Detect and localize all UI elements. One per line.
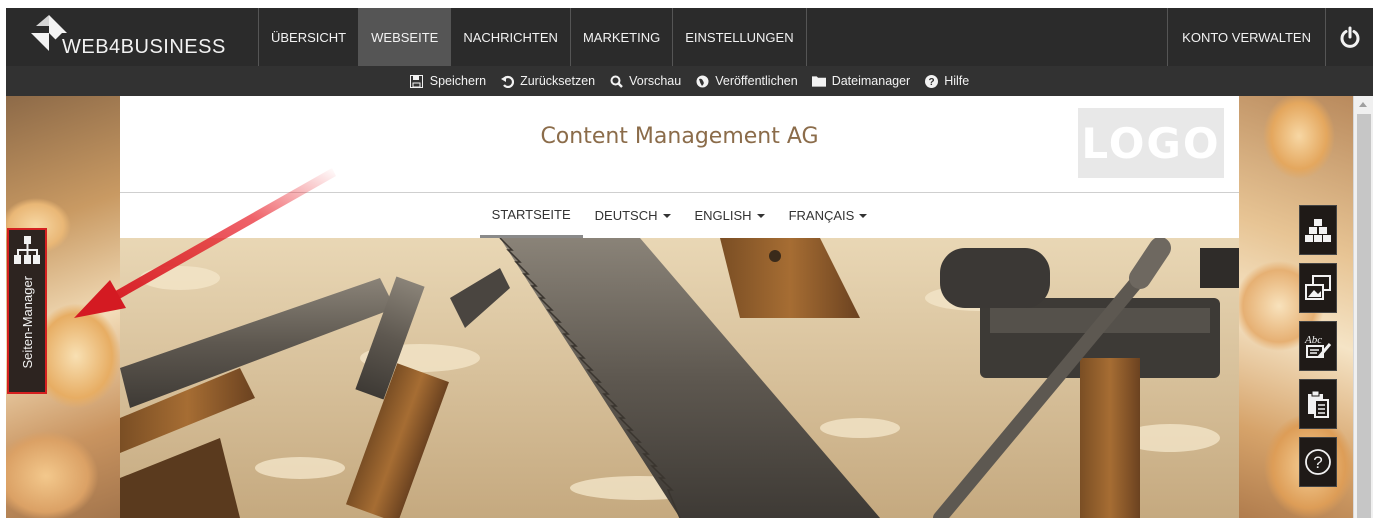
publish-label: Veröffentlichen: [715, 74, 798, 88]
site-nav-label: DEUTSCH: [594, 208, 658, 223]
tab-webseite[interactable]: WEBSEITE: [359, 8, 452, 66]
help-circle-button[interactable]: ?: [1299, 437, 1337, 487]
image-gallery-icon: [1305, 275, 1331, 300]
main-tabs: ÜBERSICHT WEBSEITE NACHRICHTEN MARKETING…: [259, 8, 807, 66]
magnifier-icon: [609, 74, 623, 88]
woodworking-tools-illustration: [120, 238, 1239, 518]
site-nav-deutsch[interactable]: DEUTSCH: [583, 193, 683, 238]
blocks-button[interactable]: [1299, 205, 1337, 255]
manage-account-link[interactable]: KONTO VERWALTEN: [1167, 8, 1325, 66]
svg-text:?: ?: [1313, 453, 1322, 472]
hero-image[interactable]: [120, 238, 1239, 518]
help-label: Hilfe: [944, 74, 970, 88]
undo-icon: [500, 74, 514, 88]
text-edit-icon: Abc: [1304, 334, 1332, 358]
text-edit-button[interactable]: Abc: [1299, 321, 1337, 371]
main-navigation-bar: WEB4BUSINESS ÜBERSICHT WEBSEITE NACHRICH…: [6, 8, 1373, 66]
save-label: Speichern: [429, 74, 487, 88]
brand-name: WEB4BUSINESS: [62, 36, 226, 58]
widget-toolbar: Abc ?: [1299, 205, 1347, 495]
scrollbar-thumb[interactable]: [1357, 114, 1371, 518]
help-button[interactable]: ? Hilfe: [924, 74, 969, 88]
preview-button[interactable]: Vorschau: [609, 74, 681, 88]
caret-down-icon: [756, 213, 765, 218]
caret-down-icon: [859, 213, 868, 218]
clipboard-icon: [1308, 390, 1329, 418]
site-logo-placeholder[interactable]: LOGO: [1078, 108, 1224, 178]
site-navigation: STARTSEITE DEUTSCH ENGLISH FRANÇAIS: [120, 193, 1239, 238]
tab-marketing[interactable]: MARKETING: [571, 8, 674, 66]
help-circle-icon: ?: [1305, 449, 1331, 475]
site-nav-startseite[interactable]: STARTSEITE: [479, 193, 583, 238]
floppy-disk-icon: [410, 74, 424, 88]
site-nav-label: FRANÇAIS: [788, 208, 855, 223]
brand[interactable]: WEB4BUSINESS: [6, 8, 259, 66]
site-title[interactable]: Content Management AG: [120, 124, 1239, 149]
preview-label: Vorschau: [629, 74, 682, 88]
site-header: Content Management AG LOGO: [120, 96, 1239, 193]
image-gallery-button[interactable]: [1299, 263, 1337, 313]
scroll-up-icon[interactable]: [1359, 102, 1367, 107]
blocks-icon: [1305, 219, 1331, 242]
publish-button[interactable]: Veröffentlichen: [695, 74, 798, 88]
site-nav-label: STARTSEITE: [491, 206, 571, 222]
reset-label: Zurücksetzen: [520, 74, 596, 88]
save-button[interactable]: Speichern: [410, 74, 486, 88]
site-nav-english[interactable]: ENGLISH: [683, 193, 777, 238]
question-icon: ?: [924, 74, 938, 88]
svg-text:?: ?: [928, 77, 934, 88]
tab-nachrichten[interactable]: NACHRICHTEN: [451, 8, 571, 66]
file-manager-label: Dateimanager: [831, 74, 911, 88]
tab-uebersicht[interactable]: ÜBERSICHT: [259, 8, 360, 66]
logout-button[interactable]: [1325, 8, 1373, 66]
page-manager-tab[interactable]: Seiten-Manager: [7, 228, 47, 394]
sitemap-icon: [14, 236, 40, 264]
page-manager-label: Seiten-Manager: [19, 276, 35, 369]
website-preview: Content Management AG LOGO STARTSEITE DE…: [120, 96, 1239, 518]
reset-button[interactable]: Zurücksetzen: [500, 74, 595, 88]
vertical-scrollbar[interactable]: [1353, 96, 1373, 518]
site-nav-label: ENGLISH: [694, 208, 752, 223]
file-manager-button[interactable]: Dateimanager: [811, 74, 911, 88]
caret-down-icon: [662, 213, 671, 218]
admin-header: WEB4BUSINESS ÜBERSICHT WEBSEITE NACHRICH…: [0, 0, 1373, 96]
account-area: KONTO VERWALTEN: [1167, 8, 1373, 66]
clipboard-button[interactable]: [1299, 379, 1337, 429]
editor-toolbar: Speichern Zurücksetzen Vorschau Veröffen…: [6, 66, 1373, 96]
folder-icon: [811, 74, 826, 88]
globe-icon: [695, 74, 709, 88]
power-icon: [1340, 26, 1359, 48]
svg-text:Abc: Abc: [1304, 334, 1322, 346]
site-nav-francais[interactable]: FRANÇAIS: [777, 193, 880, 238]
tab-einstellungen[interactable]: EINSTELLUNGEN: [673, 8, 807, 66]
editor-workspace: Content Management AG LOGO STARTSEITE DE…: [6, 96, 1353, 518]
